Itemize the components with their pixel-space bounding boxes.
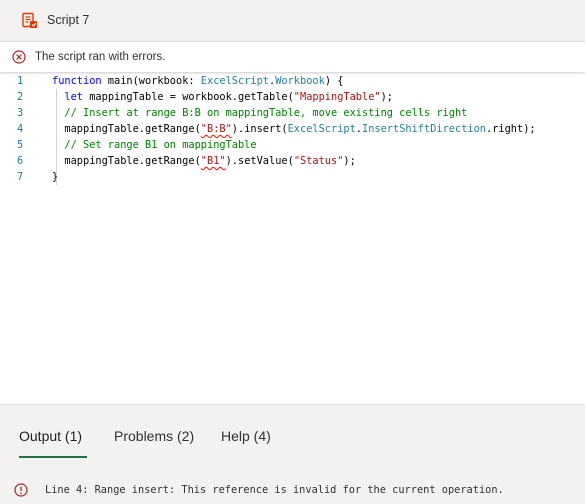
code-text[interactable]: function main(workbook: ExcelScript.Work… <box>52 75 343 87</box>
title-bar: Script 7 <box>0 0 585 41</box>
error-string-token: "B:B" <box>200 123 232 135</box>
code-line[interactable]: 7 } <box>0 171 585 187</box>
code-text[interactable]: } <box>52 171 58 183</box>
type-token: InsertShiftDirection <box>362 123 486 135</box>
keyword-token: function <box>52 75 108 87</box>
type-token: Workbook <box>275 75 325 87</box>
type-token: ExcelScript <box>287 123 356 135</box>
tab-problems[interactable]: Problems (2) <box>114 428 194 444</box>
code-text[interactable]: // Set range B1 on mappingTable <box>52 139 257 151</box>
code-editor[interactable]: 1 function main(workbook: ExcelScript.Wo… <box>0 73 585 403</box>
code-text[interactable]: // Insert at range B:B on mappingTable, … <box>52 107 467 119</box>
code-token: ); <box>343 155 356 167</box>
code-line[interactable]: 2 let mappingTable = workbook.getTable("… <box>0 91 585 107</box>
line-number: 4 <box>17 123 24 135</box>
line-number: 2 <box>17 91 24 103</box>
active-tab-indicator <box>19 456 87 458</box>
output-message-row: Line 4: Range insert: This reference is … <box>14 481 574 499</box>
error-message-bar: The script ran with errors. <box>0 41 585 72</box>
string-token: "Status" <box>293 155 344 167</box>
code-line[interactable]: 6 mappingTable.getRange("B1").setValue("… <box>0 155 585 171</box>
line-number: 3 <box>17 107 24 119</box>
comment-token: // Insert at range B:B on mappingTable, … <box>64 107 468 119</box>
keyword-token: let <box>64 91 84 103</box>
code-token: main(workbook: <box>107 75 201 87</box>
code-token: ) { <box>324 75 344 87</box>
code-line[interactable]: 1 function main(workbook: ExcelScript.Wo… <box>0 75 585 91</box>
output-message: Line 4: Range insert: This reference is … <box>45 484 504 496</box>
code-line[interactable]: 3 // Insert at range B:B on mappingTable… <box>0 107 585 123</box>
string-token: "MappingTable" <box>293 91 381 103</box>
code-token: mappingTable = workbook.getTable( <box>83 91 294 103</box>
comment-token: // Set range B1 on mappingTable <box>64 139 257 151</box>
output-panel: Output (1) Problems (2) Help (4) Line 4:… <box>0 404 585 504</box>
error-circle-icon <box>12 50 26 64</box>
code-line[interactable]: 5 // Set range B1 on mappingTable <box>0 139 585 155</box>
code-text[interactable]: let mappingTable = workbook.getTable("Ma… <box>52 91 393 103</box>
type-token: ExcelScript <box>200 75 269 87</box>
code-token: ).insert( <box>231 123 288 135</box>
code-line[interactable]: 4 mappingTable.getRange("B:B").insert(Ex… <box>0 123 585 139</box>
code-token: ); <box>380 91 393 103</box>
line-number: 5 <box>17 139 24 151</box>
code-token: } <box>52 171 59 183</box>
error-message: The script ran with errors. <box>35 51 166 63</box>
code-token: mappingTable.getRange( <box>52 155 201 167</box>
error-string-token: "B1" <box>200 155 226 167</box>
code-token: .right); <box>486 123 536 135</box>
tab-output[interactable]: Output (1) <box>19 428 82 444</box>
code-text[interactable]: mappingTable.getRange("B1").setValue("St… <box>52 155 356 167</box>
line-number: 6 <box>17 155 24 167</box>
tab-help[interactable]: Help (4) <box>221 428 271 444</box>
error-icon <box>14 483 28 497</box>
code-token: ).setValue( <box>225 155 294 167</box>
line-number: 7 <box>17 171 24 183</box>
script-file-icon <box>22 12 37 28</box>
code-text[interactable]: mappingTable.getRange("B:B").insert(Exce… <box>52 123 536 135</box>
script-title: Script 7 <box>47 13 90 27</box>
code-token: mappingTable.getRange( <box>52 123 201 135</box>
line-number: 1 <box>17 75 24 87</box>
